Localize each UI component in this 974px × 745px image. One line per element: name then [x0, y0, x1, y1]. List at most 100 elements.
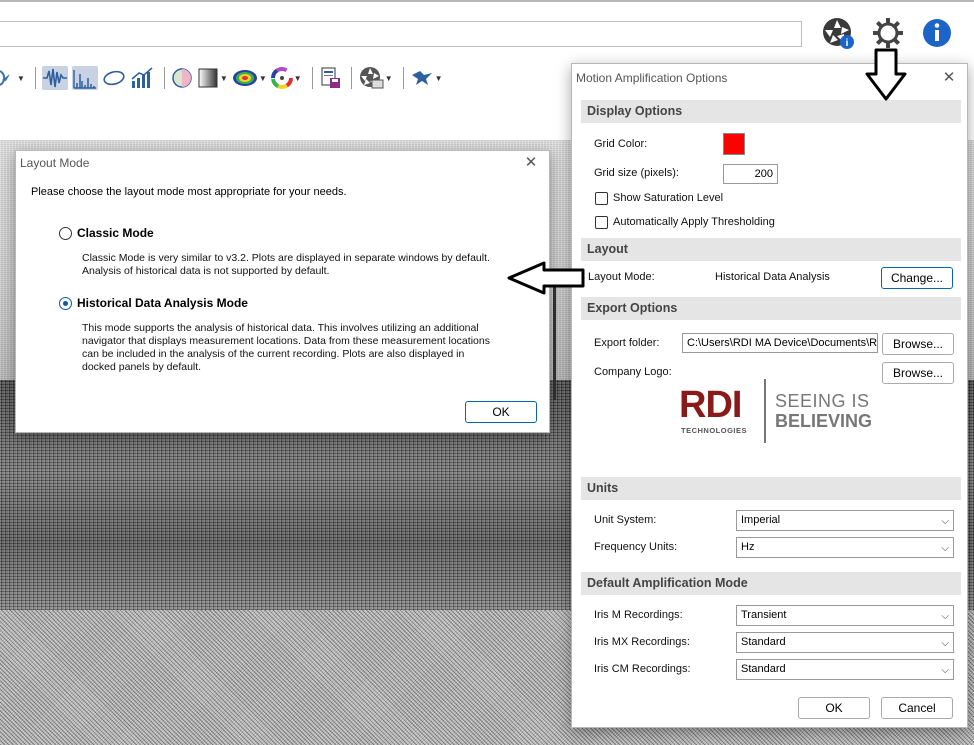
layout-mode-label: Layout Mode:	[588, 271, 655, 283]
historical-mode-radio[interactable]	[59, 297, 72, 310]
description-line: navigator that displays measurement loca…	[82, 335, 490, 347]
iris-m-label: Iris M Recordings:	[594, 609, 683, 621]
description-line: Analysis of historical data is not suppo…	[82, 265, 330, 277]
export-folder-label: Export folder:	[594, 337, 660, 349]
toolbar-separator	[350, 67, 352, 89]
orbit-tool[interactable]	[102, 68, 126, 88]
historical-mode-label[interactable]: Historical Data Analysis Mode	[77, 296, 248, 310]
chevron-down-icon: ▼	[17, 73, 25, 83]
description-line: Classic Mode is very similar to v3.2. Pl…	[82, 252, 490, 264]
frequency-units-value: Hz	[741, 541, 755, 553]
description-line: docked panels by default.	[82, 361, 202, 373]
auto-threshold-checkbox[interactable]	[595, 216, 608, 229]
chevron-down-icon: ▼	[293, 73, 302, 83]
chevron-down-icon: ▼	[258, 73, 267, 83]
logo-sub-text: TECHNOLOGIES	[681, 426, 748, 435]
export-options-header: Export Options	[581, 297, 961, 320]
camera-info-icon[interactable]: i	[821, 16, 855, 50]
chevron-down-icon: ▼	[434, 73, 443, 83]
video-frame-pole	[553, 280, 556, 400]
company-logo-image: RDI TECHNOLOGIES SEEING IS BELIEVING	[679, 379, 889, 445]
classic-mode-radio[interactable]	[59, 227, 72, 240]
company-logo-browse-button[interactable]: Browse...	[882, 362, 954, 384]
layout-header: Layout	[581, 238, 961, 261]
units-header: Units	[581, 477, 961, 500]
chevron-down-icon: ⌵	[941, 665, 949, 676]
chevron-down-icon: ⌵	[941, 611, 949, 622]
close-icon[interactable]: ✕	[521, 153, 541, 173]
waveform-tool[interactable]	[41, 66, 68, 90]
orbit-ellipse-icon	[103, 70, 125, 86]
classic-mode-label[interactable]: Classic Mode	[77, 226, 154, 240]
dialog-title: Layout Mode	[20, 156, 90, 170]
show-saturation-label[interactable]: Show Saturation Level	[613, 192, 723, 204]
annotation-arrow-left-icon	[507, 261, 585, 295]
chevron-down-icon: ⌵	[941, 516, 949, 527]
description-line: This mode supports the analysis of histo…	[82, 322, 479, 334]
grid-color-swatch[interactable]	[723, 133, 745, 155]
chevron-down-icon: ⌵	[941, 638, 949, 649]
classic-mode-description: Classic Mode is very similar to v3.2. Pl…	[82, 252, 502, 278]
frequency-units-select[interactable]: Hz ⌵	[736, 537, 954, 558]
gradient-square-icon	[198, 68, 218, 88]
logo-divider	[764, 379, 766, 443]
iris-mx-label: Iris MX Recordings:	[594, 636, 690, 648]
color-wheel-tool[interactable]: ▼	[270, 67, 302, 89]
camera-settings-tool[interactable]: ▼	[358, 66, 393, 90]
toolbar: ▼ ▼ ▼ ▼ ▼ ▼	[0, 62, 447, 94]
unit-system-value: Imperial	[741, 514, 781, 526]
camera-aperture-icon	[359, 67, 384, 89]
chevron-down-icon: ⌵	[941, 543, 949, 554]
heatmap-tool[interactable]: ▼	[232, 68, 267, 88]
auto-threshold-label[interactable]: Automatically Apply Thresholding	[613, 216, 775, 228]
trend-tool[interactable]	[130, 67, 154, 89]
grid-size-input[interactable]: 200	[723, 164, 778, 184]
toolbar-separator	[34, 67, 36, 89]
frequency-units-label: Frequency Units:	[594, 541, 678, 553]
color-mode-tool[interactable]	[171, 67, 193, 89]
unit-system-select[interactable]: Imperial ⌵	[736, 510, 954, 531]
iris-mx-select[interactable]: Standard ⌵	[736, 632, 954, 653]
toolbar-separator	[402, 67, 404, 89]
unit-system-label: Unit System:	[594, 514, 657, 526]
address-bar[interactable]	[0, 21, 802, 47]
color-circle-icon	[172, 68, 192, 88]
spectrum-tool[interactable]	[71, 66, 98, 90]
annotation-arrow-down-icon	[865, 48, 907, 101]
dialog-intro-text: Please choose the layout mode most appro…	[31, 186, 347, 198]
filter-tool[interactable]: ▼	[410, 67, 443, 89]
waveform-icon	[42, 68, 67, 88]
cancel-button[interactable]: Cancel	[881, 697, 953, 719]
export-folder-browse-button[interactable]: Browse...	[882, 333, 954, 355]
close-icon[interactable]: ✕	[939, 68, 959, 88]
heatmap-icon	[232, 70, 257, 86]
grid-size-label: Grid size (pixels):	[594, 167, 679, 179]
export-folder-input[interactable]: C:\Users\RDI MA Device\Documents\R	[682, 333, 878, 353]
layout-mode-dialog: Layout Mode ✕ Please choose the layout m…	[15, 150, 550, 433]
logo-brand-text: RDI	[679, 384, 742, 426]
company-logo-label: Company Logo:	[594, 366, 672, 378]
ok-button[interactable]: OK	[465, 401, 537, 423]
change-layout-button[interactable]: Change...	[881, 267, 953, 289]
amplification-mode-header: Default Amplification Mode	[581, 572, 961, 595]
report-tool[interactable]	[319, 66, 341, 90]
settings-gear-icon[interactable]	[871, 16, 905, 50]
iris-cm-select[interactable]: Standard ⌵	[736, 659, 954, 680]
show-saturation-checkbox[interactable]	[595, 192, 608, 205]
trend-chart-icon	[131, 67, 153, 88]
compass-icon	[0, 70, 10, 86]
ok-button[interactable]: OK	[798, 697, 870, 719]
display-options-header: Display Options	[581, 100, 961, 123]
logo-tagline-2: BELIEVING	[775, 411, 873, 431]
layout-mode-value: Historical Data Analysis	[715, 271, 830, 283]
historical-mode-description: This mode supports the analysis of histo…	[82, 322, 502, 374]
info-icon[interactable]	[920, 16, 954, 50]
filter-bird-icon	[411, 71, 432, 85]
report-save-icon	[321, 67, 340, 88]
iris-cm-label: Iris CM Recordings:	[594, 663, 691, 675]
navigate-tool[interactable]: ▼	[0, 68, 25, 88]
svg-text:i: i	[846, 38, 849, 49]
spectrum-icon	[73, 70, 96, 89]
grayscale-tool[interactable]: ▼	[197, 67, 228, 89]
iris-m-select[interactable]: Transient ⌵	[736, 605, 954, 626]
